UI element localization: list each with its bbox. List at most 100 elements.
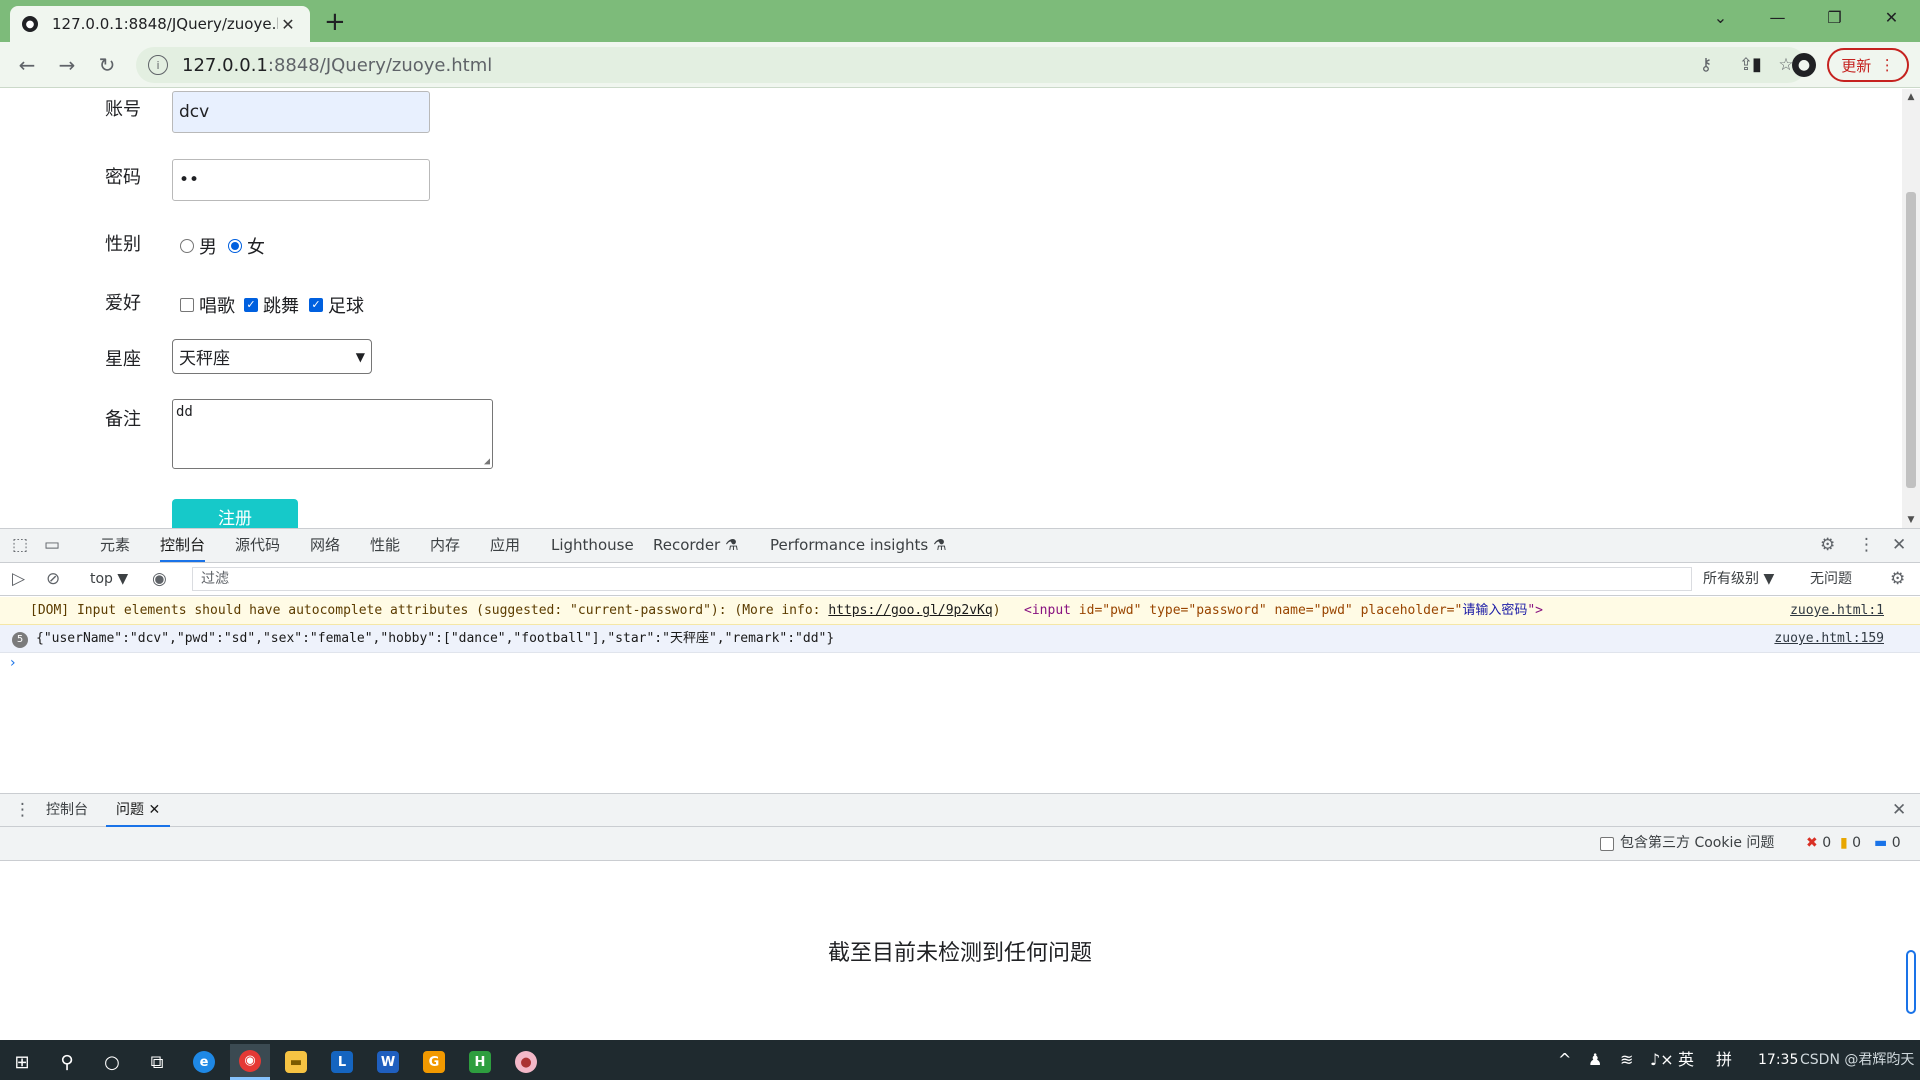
inspect-element-icon[interactable]: ⬚	[12, 529, 28, 562]
drawer-tab-console[interactable]: 控制台	[46, 794, 88, 827]
hobby-option-sing[interactable]: 唱歌	[180, 292, 235, 318]
checkbox-dance[interactable]: ✓	[244, 298, 258, 312]
radio-female[interactable]	[228, 239, 242, 253]
tab-sources[interactable]: 源代码	[235, 529, 280, 562]
gender-label: 性别	[105, 234, 141, 255]
ime-indicator[interactable]: 英	[1678, 1040, 1694, 1080]
task-view-icon[interactable]: ⧉	[137, 1044, 177, 1080]
drawer-tab-issues[interactable]: 问题 ✕	[106, 794, 171, 827]
wifi-icon[interactable]: ≋	[1620, 1040, 1633, 1080]
log-source-link[interactable]: zuoye.html:159	[1774, 625, 1884, 653]
clear-console-icon[interactable]: ⊘	[46, 563, 60, 595]
qq-icon[interactable]: ♟	[1588, 1040, 1602, 1080]
device-toolbar-icon[interactable]: ▭	[44, 529, 60, 562]
show-sidebar-icon[interactable]: ▷	[12, 563, 25, 595]
reload-button[interactable]: ↻	[92, 53, 122, 77]
clock[interactable]: 17:35	[1758, 1040, 1798, 1080]
file-explorer-icon[interactable]: ▬	[276, 1044, 316, 1080]
hobby-option-football[interactable]: ✓ 足球	[309, 292, 364, 318]
browser-tab-strip: ● 127.0.0.1:8848/JQuery/zuoye.h ✕ + ⌄ — …	[0, 0, 1920, 42]
password-input[interactable]: ••	[172, 159, 430, 201]
cortana-icon[interactable]: ○	[92, 1044, 132, 1080]
key-icon[interactable]: ⚷	[1686, 55, 1726, 75]
tab-console[interactable]: 控制台	[160, 529, 206, 562]
show-hidden-icons-icon[interactable]: ^	[1558, 1040, 1571, 1080]
edge-icon[interactable]: e	[184, 1044, 224, 1080]
scroll-down-icon[interactable]: ▼	[1902, 515, 1920, 525]
tab-recorder[interactable]: Recorder ⚗	[653, 529, 738, 562]
page-scrollbar[interactable]: ▲ ▼	[1902, 89, 1920, 528]
close-drawer-icon[interactable]: ✕	[1892, 794, 1906, 826]
checkbox-football[interactable]: ✓	[309, 298, 323, 312]
more-info-link[interactable]: https://goo.gl/9p2vKq	[828, 603, 992, 618]
radio-male[interactable]	[180, 239, 194, 253]
account-input[interactable]: dcv	[172, 91, 430, 133]
tab-performance[interactable]: 性能	[370, 529, 400, 562]
repeat-count-badge: 5	[12, 632, 28, 648]
issues-toolbar: 包含第三方 Cookie 问题 ✖ 0 ▮ 0 ▬ 0	[0, 827, 1920, 861]
minimize-button[interactable]: —	[1749, 0, 1806, 36]
warning-source-link[interactable]: zuoye.html:1	[1790, 597, 1884, 624]
hbuilder-icon[interactable]: H	[460, 1044, 500, 1080]
info-count: ▬ 0	[1874, 835, 1901, 851]
tab-search-icon[interactable]: ⌄	[1692, 0, 1749, 36]
close-tab-icon[interactable]: ✕	[278, 15, 298, 34]
close-devtools-icon[interactable]: ✕	[1892, 529, 1906, 562]
word-icon[interactable]: W	[368, 1044, 408, 1080]
blue-app-icon[interactable]: L	[322, 1044, 362, 1080]
volume-muted-icon[interactable]: ♪×	[1650, 1040, 1674, 1080]
star-select[interactable]: 天秤座 ▼	[172, 339, 372, 374]
omnibox[interactable]: i 127.0.0.1:8848/JQuery/zuoye.html ⚷ ⇪ ☆	[136, 47, 1806, 83]
register-button[interactable]: 注册	[172, 499, 298, 528]
gender-option-male[interactable]: 男	[180, 233, 217, 259]
search-icon[interactable]: ⚲	[47, 1044, 87, 1080]
third-party-cookie-toggle[interactable]: 包含第三方 Cookie 问题	[1600, 827, 1774, 860]
side-panel-icon[interactable]: ▮	[1752, 54, 1762, 75]
tab-performance-insights[interactable]: Performance insights ⚗	[770, 529, 946, 562]
chrome-icon[interactable]: ◉	[230, 1044, 270, 1080]
checkbox-sing[interactable]	[180, 298, 194, 312]
close-window-button[interactable]: ✕	[1863, 0, 1920, 36]
third-party-checkbox[interactable]	[1600, 836, 1614, 851]
settings-gear-icon[interactable]: ⚙	[1820, 529, 1835, 562]
context-select[interactable]: top ▼	[90, 563, 128, 595]
profile-avatar-icon[interactable]: ●	[1792, 53, 1816, 77]
update-button[interactable]: 更新 ⋮	[1827, 48, 1909, 82]
address-toolbar: ← → ↻ i 127.0.0.1:8848/JQuery/zuoye.html…	[0, 42, 1920, 88]
ime-mode-icon[interactable]: 拼	[1716, 1040, 1732, 1080]
warning-icon: ▮	[1840, 835, 1848, 851]
live-expression-eye-icon[interactable]: ◉	[152, 563, 167, 595]
gender-option-female[interactable]: 女	[228, 233, 265, 259]
resize-grip-icon[interactable]: ◢	[484, 456, 490, 467]
console-settings-icon[interactable]: ⚙	[1890, 563, 1905, 595]
back-button[interactable]: ←	[12, 53, 42, 77]
more-menu-icon: ⋮	[1879, 56, 1895, 74]
tab-application[interactable]: 应用	[490, 529, 520, 562]
more-options-icon[interactable]: ⋮	[1858, 529, 1875, 562]
restore-button[interactable]: ❐	[1806, 0, 1863, 36]
forward-button[interactable]: →	[52, 53, 82, 77]
url-text[interactable]: 127.0.0.1:8848/JQuery/zuoye.html	[182, 55, 1686, 76]
issues-count-button[interactable]: 无问题	[1810, 563, 1852, 595]
remark-textarea[interactable]: dd ◢	[172, 399, 493, 469]
orange-app-icon[interactable]: G	[414, 1044, 454, 1080]
site-info-icon[interactable]: i	[148, 55, 168, 75]
tab-network[interactable]: 网络	[310, 529, 340, 562]
console-filter-input[interactable]: 过滤	[192, 567, 1692, 591]
console-prompt[interactable]: ›	[10, 655, 16, 671]
scrollbar-thumb[interactable]	[1906, 192, 1916, 488]
start-windows-icon[interactable]: ⊞	[2, 1044, 42, 1080]
browser-tab[interactable]: ● 127.0.0.1:8848/JQuery/zuoye.h ✕	[10, 6, 310, 42]
drawer-scrollbar[interactable]	[1906, 950, 1916, 1014]
account-label: 账号	[105, 99, 141, 120]
tab-memory[interactable]: 内存	[430, 529, 460, 562]
hobby-option-dance[interactable]: ✓ 跳舞	[244, 292, 299, 318]
tab-lighthouse[interactable]: Lighthouse	[551, 529, 634, 562]
windows-taskbar: ⊞ ⚲ ○ ⧉ e ◉ ▬ L W G H ● ^ ♟ ≋ ♪× 英 拼 17:…	[0, 1040, 1920, 1080]
scroll-up-icon[interactable]: ▲	[1902, 92, 1920, 102]
log-levels-select[interactable]: 所有级别 ▼	[1703, 563, 1774, 595]
tab-elements[interactable]: 元素	[100, 529, 130, 562]
new-tab-button[interactable]: +	[324, 8, 346, 36]
pink-app-icon[interactable]: ●	[506, 1044, 546, 1080]
drawer-menu-icon[interactable]: ⋮	[14, 794, 31, 826]
